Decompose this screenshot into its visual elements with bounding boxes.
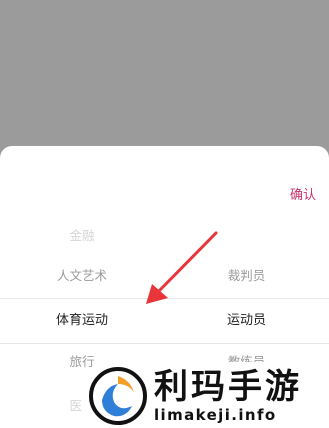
picker-option[interactable]: 人文艺术 (0, 268, 164, 284)
watermark-badge: 利玛手游 limakeji.info (82, 362, 329, 428)
brand-logo (89, 367, 147, 425)
picker-option[interactable]: 裁判员 (164, 268, 329, 284)
picker-option-selected[interactable]: 体育运动 (0, 313, 164, 329)
confirm-button[interactable]: 确认 (290, 184, 316, 203)
picker-option-selected[interactable]: 运动员 (164, 313, 329, 329)
watermark-title: 利玛手游 (154, 367, 302, 407)
watermark-url: limakeji.info (154, 406, 277, 424)
picker-option[interactable]: 金融 (0, 228, 164, 244)
